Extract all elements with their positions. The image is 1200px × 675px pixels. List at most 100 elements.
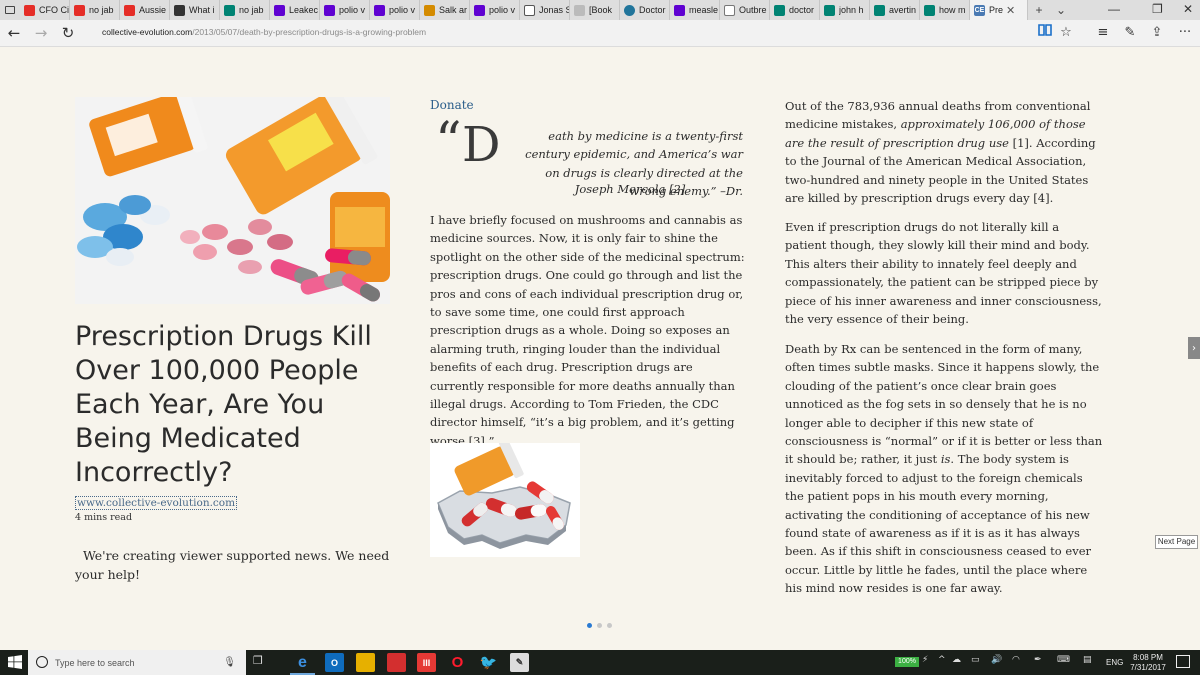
- source-link[interactable]: www.collective-evolution.com: [75, 496, 238, 510]
- tab[interactable]: Jonas S: [520, 0, 570, 20]
- reading-view-icon[interactable]: [1036, 24, 1054, 42]
- edge-browser-icon[interactable]: e: [293, 653, 312, 672]
- back-arrow-icon[interactable]: ←: [5, 24, 23, 42]
- tab-preview-icon[interactable]: [0, 0, 20, 20]
- media-app-icon[interactable]: III: [417, 653, 436, 672]
- microphone-icon[interactable]: 🎙: [223, 657, 236, 668]
- paragraph-deaths: Out of the 783,936 annual deaths from co…: [785, 97, 1103, 207]
- tab-label: polio v: [389, 5, 416, 15]
- share-icon[interactable]: ⇪: [1148, 24, 1166, 42]
- network-icon[interactable]: ▭: [971, 655, 980, 665]
- page-icon: [724, 4, 735, 16]
- keyboard-icon[interactable]: ⌨: [1057, 655, 1070, 665]
- taskbar-search-box[interactable]: Type here to search 🎙: [28, 650, 246, 675]
- tab[interactable]: no jab: [220, 0, 270, 20]
- pills-usa-map-image: [430, 443, 580, 557]
- page-dot[interactable]: [607, 623, 612, 628]
- clock-time: 8:08 PM: [1133, 653, 1163, 662]
- onedrive-cloud-icon[interactable]: ☁: [952, 655, 961, 665]
- w-icon: [174, 4, 185, 16]
- tab[interactable]: no jab: [70, 0, 120, 20]
- tab[interactable]: Leakec: [270, 0, 320, 20]
- tab[interactable]: Outbre: [720, 0, 770, 20]
- pen-workspace-icon[interactable]: ✒: [1034, 655, 1042, 665]
- yahoo-icon: [674, 4, 685, 16]
- tab-active[interactable]: CE Pre ✕: [970, 0, 1028, 20]
- battery-indicator[interactable]: 100%: [895, 657, 919, 667]
- address-bar[interactable]: collective-evolution.com/2013/05/07/deat…: [102, 27, 426, 37]
- tab-label: Leakec: [289, 5, 319, 15]
- bing-icon: [224, 4, 235, 16]
- page-dot[interactable]: [597, 623, 602, 628]
- window-close-icon[interactable]: ✕: [1183, 2, 1193, 16]
- youtube-icon: [124, 4, 135, 16]
- show-hidden-icons-chevron-icon[interactable]: ^: [938, 655, 946, 665]
- more-options-icon[interactable]: ···: [1176, 24, 1194, 42]
- power-icon[interactable]: ⚡: [922, 655, 928, 665]
- bing-icon: [874, 4, 885, 16]
- bing-icon: [774, 4, 785, 16]
- tab-label: Outbre: [739, 5, 767, 15]
- tab-label: What i: [189, 5, 215, 15]
- volume-icon[interactable]: 🔊: [991, 655, 1002, 665]
- opera-icon[interactable]: O: [448, 653, 467, 672]
- tab[interactable]: how m: [920, 0, 970, 20]
- tab-list-chevron-icon[interactable]: ⌄: [1050, 3, 1072, 17]
- tab-label: no jab: [89, 5, 114, 15]
- salk-icon: [424, 4, 435, 16]
- tab[interactable]: john h: [820, 0, 870, 20]
- yahoo-icon: [274, 4, 285, 16]
- windows-start-icon[interactable]: [8, 655, 22, 669]
- next-arrow-button[interactable]: ›: [1188, 337, 1200, 359]
- tab-label: Jonas S: [539, 5, 569, 15]
- close-tab-icon[interactable]: ✕: [1006, 4, 1015, 17]
- youtube-icon: [74, 4, 85, 16]
- favorite-star-icon[interactable]: ☆: [1057, 24, 1075, 42]
- refresh-icon[interactable]: ↻: [59, 24, 77, 42]
- twitter-icon[interactable]: 🐦: [479, 653, 498, 672]
- paragraph-death-by-rx: Death by Rx can be sentenced in the form…: [785, 340, 1103, 598]
- tab[interactable]: [Book: [570, 0, 620, 20]
- clock-date: 7/31/2017: [1130, 663, 1166, 672]
- language-indicator[interactable]: ENG: [1106, 658, 1123, 667]
- tab[interactable]: avertin: [870, 0, 920, 20]
- tab-label: Salk ar: [439, 5, 468, 15]
- p4-text-a: Death by Rx can be sentenced in the form…: [785, 342, 1103, 467]
- tab[interactable]: What i: [170, 0, 220, 20]
- task-view-icon[interactable]: ❒: [253, 654, 263, 667]
- page-dot[interactable]: [587, 623, 592, 628]
- tab[interactable]: measle: [670, 0, 720, 20]
- tab[interactable]: Aussie: [120, 0, 170, 20]
- input-indicator-icon[interactable]: ▤: [1083, 655, 1092, 665]
- hero-image-pills: [75, 97, 390, 304]
- wifi-icon[interactable]: ◠: [1012, 655, 1020, 665]
- red-app-icon[interactable]: [387, 653, 406, 672]
- tab[interactable]: polio v: [370, 0, 420, 20]
- clock[interactable]: 8:08 PM 7/31/2017: [1128, 653, 1168, 673]
- tab[interactable]: polio v: [470, 0, 520, 20]
- tab[interactable]: Doctor: [620, 0, 670, 20]
- outlook-icon[interactable]: O: [325, 653, 344, 672]
- hub-icon[interactable]: ≡: [1094, 24, 1112, 42]
- wordpress-icon: [624, 4, 635, 16]
- web-note-icon[interactable]: ✎: [1121, 24, 1139, 42]
- donate-link[interactable]: Donate: [430, 98, 474, 112]
- minimize-icon[interactable]: —: [1108, 2, 1120, 16]
- tab[interactable]: Salk ar: [420, 0, 470, 20]
- paint-app-icon[interactable]: ✎: [510, 653, 529, 672]
- file-explorer-icon[interactable]: [356, 653, 375, 672]
- person-icon: [524, 4, 535, 16]
- tab-label: measle: [689, 5, 719, 15]
- tab-strip: CFO Ci no jab Aussie What i no jab Leakec poli…: [0, 0, 1200, 20]
- forward-arrow-icon[interactable]: →: [32, 24, 50, 42]
- quote-attribution: Joseph Mercola [2]: [574, 182, 686, 196]
- restore-icon[interactable]: ❐: [1152, 2, 1163, 16]
- tab[interactable]: polio v: [320, 0, 370, 20]
- tab[interactable]: doctor: [770, 0, 820, 20]
- article-title: Prescription Drugs Kill Over 100,000 Peo…: [75, 321, 372, 488]
- tab[interactable]: CFO Ci: [20, 0, 70, 20]
- yahoo-icon: [324, 4, 335, 16]
- new-tab-button[interactable]: +: [1028, 3, 1050, 17]
- action-center-icon[interactable]: [1176, 655, 1190, 668]
- tab-label: polio v: [489, 5, 516, 15]
